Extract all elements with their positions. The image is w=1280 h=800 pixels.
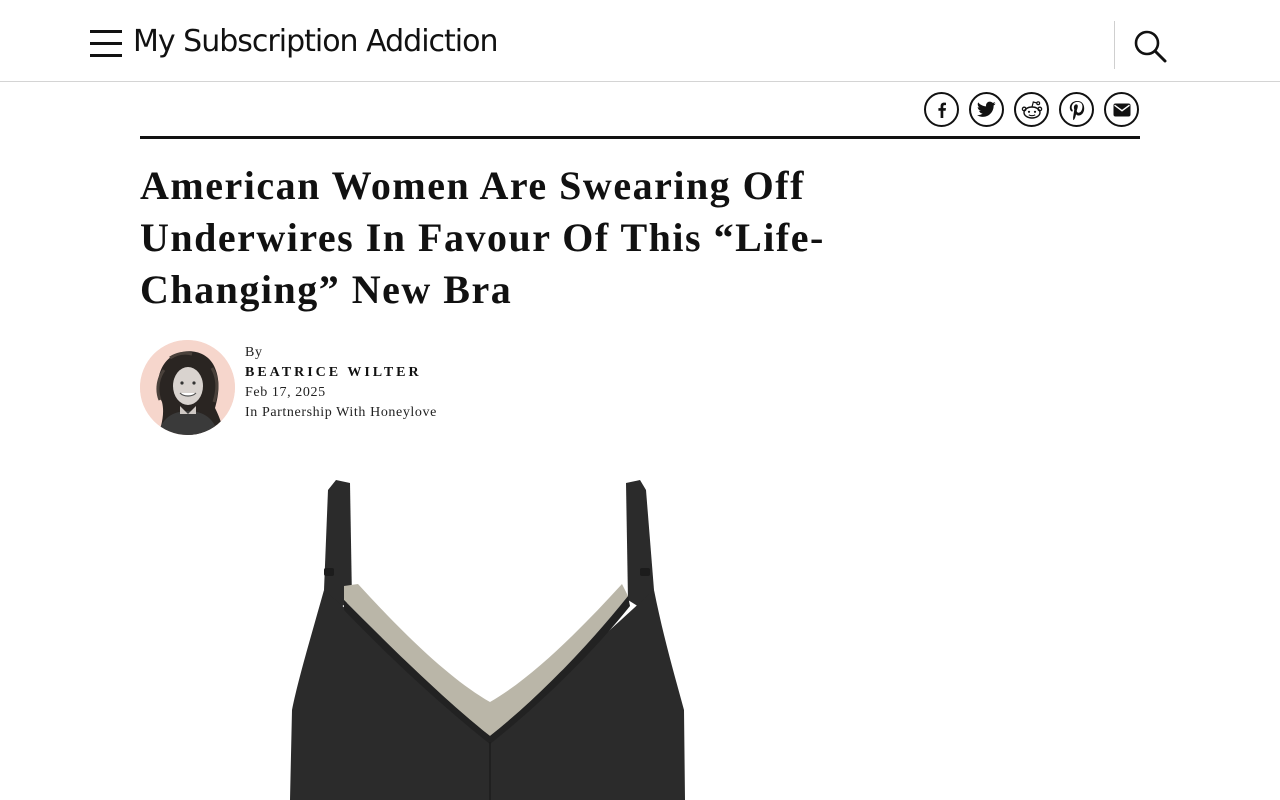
facebook-glyph: [937, 102, 946, 118]
hamburger-menu-icon[interactable]: [88, 28, 124, 60]
hero-image-bra: [140, 450, 840, 800]
article-headline: American Women Are Swearing Off Underwir…: [140, 163, 825, 312]
envelope-glyph: [1113, 103, 1130, 116]
facebook-icon[interactable]: [924, 92, 959, 127]
share-bar: [924, 92, 1139, 127]
twitter-icon[interactable]: [969, 92, 1004, 127]
byline-details: By BEATRICE WILTER Feb 17, 2025 In Partn…: [245, 343, 565, 423]
pinterest-glyph: [1069, 100, 1084, 120]
search-icon[interactable]: [1132, 28, 1168, 64]
site-header: My Subscription Addiction: [0, 0, 1280, 82]
by-label: By: [245, 345, 263, 360]
pinterest-icon[interactable]: [1059, 92, 1094, 127]
menu-bar: [90, 30, 122, 33]
partnership-note: In Partnership With Honeylove: [245, 405, 437, 420]
magnifying-glass-svg: [1134, 30, 1167, 63]
email-icon[interactable]: [1104, 92, 1139, 127]
site-logo[interactable]: My Subscription Addiction: [133, 24, 498, 59]
reddit-icon[interactable]: [1014, 92, 1049, 127]
twitter-glyph: [977, 101, 996, 117]
bra-product-image: [290, 480, 685, 800]
author-name-link[interactable]: BEATRICE WILTER: [245, 363, 565, 383]
reddit-glyph: [1021, 100, 1042, 119]
header-divider: [1114, 21, 1115, 69]
publish-date: Feb 17, 2025: [245, 385, 326, 400]
header-rule: [140, 136, 1140, 139]
menu-bar: [90, 54, 122, 57]
author-avatar[interactable]: [140, 340, 235, 435]
menu-bar: [90, 42, 122, 45]
avatar-portrait: [140, 340, 235, 435]
